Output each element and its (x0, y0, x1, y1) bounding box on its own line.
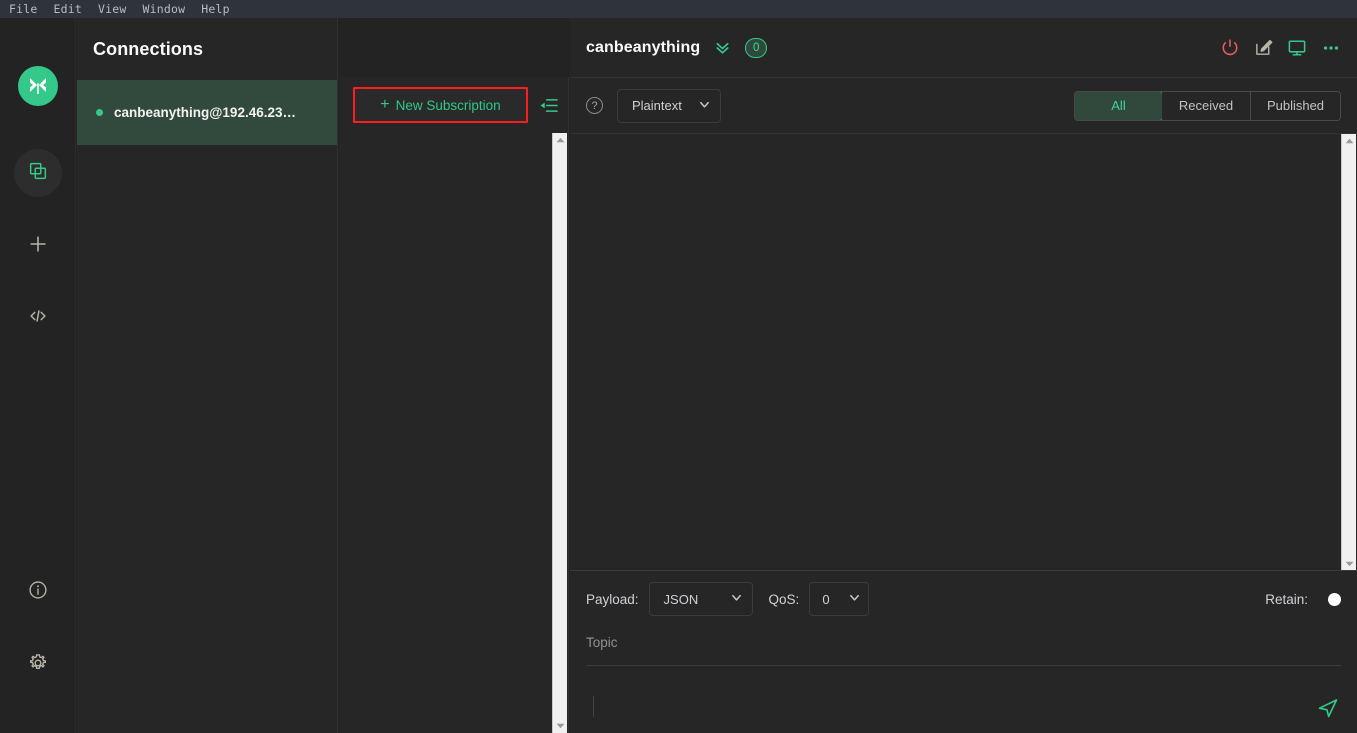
publish-panel: Payload: JSON QoS: 0 Retain: Topic (570, 570, 1357, 733)
connection-list-item[interactable]: canbeanything@192.46.23… (77, 80, 337, 145)
tab-published[interactable]: Published (1251, 91, 1340, 120)
scroll-up-arrow-icon[interactable] (1342, 134, 1357, 148)
chevron-down-icon (698, 98, 711, 114)
plus-icon: + (380, 95, 390, 113)
payload-label: Payload: (586, 591, 639, 607)
subscriptions-scrollbar[interactable] (552, 133, 567, 733)
scroll-up-arrow-icon[interactable] (553, 133, 568, 147)
more-icon[interactable] (1321, 38, 1341, 58)
power-icon[interactable] (1220, 38, 1240, 58)
menu-item-window[interactable]: Window (143, 2, 186, 16)
retain-label: Retain: (1265, 591, 1308, 607)
send-icon[interactable] (1315, 695, 1341, 721)
menu-item-file[interactable]: File (9, 2, 38, 16)
connection-name: canbeanything@192.46.23… (114, 105, 296, 120)
code-icon (27, 305, 49, 332)
mqttx-window: File Edit View Window Help Connections c… (0, 0, 1357, 733)
menu-item-edit[interactable]: Edit (54, 2, 83, 16)
tab-received[interactable]: Received (1162, 91, 1251, 120)
message-filter-bar: ? Plaintext All Received Published (570, 77, 1357, 133)
topic-row (570, 627, 1357, 657)
header-actions (1220, 38, 1341, 58)
indent-guide (593, 696, 594, 717)
publish-payload-select[interactable]: JSON (648, 582, 753, 616)
publish-qos-value: 0 (822, 591, 830, 607)
new-subscription-label: New Subscription (395, 97, 501, 113)
subscriptions-toolbar: + New Subscription (339, 77, 568, 133)
payload-format-value: Plaintext (632, 98, 682, 113)
edit-icon[interactable] (1254, 38, 1273, 57)
message-list-scrollbar[interactable] (1341, 134, 1356, 571)
scroll-down-arrow-icon[interactable] (553, 719, 568, 733)
publish-payload-value: JSON (663, 591, 699, 607)
help-icon[interactable]: ? (586, 97, 603, 114)
gear-icon (27, 652, 49, 679)
page-title: canbeanything (586, 38, 701, 56)
connection-status-dot (96, 109, 103, 116)
menu-item-view[interactable]: View (98, 2, 127, 16)
info-icon (27, 579, 49, 606)
message-list (570, 133, 1357, 571)
subscriptions-list (339, 133, 568, 733)
publish-options-row: Payload: JSON QoS: 0 Retain: (570, 571, 1357, 627)
chevron-down-icon (848, 591, 861, 607)
new-subscription-button[interactable]: + New Subscription (353, 87, 528, 123)
rail-item-new-connection[interactable] (14, 222, 62, 270)
connections-title: Connections (93, 38, 204, 59)
qos-label: QoS: (768, 591, 800, 607)
connections-panel: Connections canbeanything@192.46.23… (77, 18, 338, 733)
message-type-segmented-control: All Received Published (1074, 90, 1341, 121)
rail-item-script[interactable] (14, 294, 62, 342)
left-rail (0, 18, 76, 733)
connections-icon (27, 160, 49, 187)
rail-item-settings[interactable] (14, 641, 62, 689)
scroll-down-arrow-icon[interactable] (1342, 557, 1357, 571)
retain-control: Retain: (1265, 592, 1341, 607)
chevron-double-down-icon[interactable] (714, 39, 731, 56)
retain-toggle[interactable] (1328, 592, 1341, 606)
payload-editor[interactable]: { "msg": "hello" } (586, 665, 1341, 733)
monitor-icon[interactable] (1287, 38, 1307, 58)
rail-item-connections[interactable] (14, 149, 62, 197)
plus-icon (27, 233, 49, 260)
subscriptions-panel: + New Subscription (339, 77, 569, 733)
tab-all[interactable]: All (1075, 91, 1163, 120)
menubar: File Edit View Window Help (0, 0, 1357, 18)
mqttx-logo-icon (18, 66, 58, 106)
rail-item-about[interactable] (14, 568, 62, 616)
message-count-badge: 0 (745, 37, 768, 58)
collapse-list-icon[interactable] (538, 97, 558, 114)
main-header: canbeanything 0 (570, 18, 1357, 77)
payload-format-select[interactable]: Plaintext (617, 88, 721, 123)
topic-input[interactable] (586, 634, 1341, 650)
menu-item-help[interactable]: Help (201, 2, 230, 16)
publish-qos-select[interactable]: 0 (809, 582, 870, 616)
chevron-down-icon (730, 591, 743, 607)
